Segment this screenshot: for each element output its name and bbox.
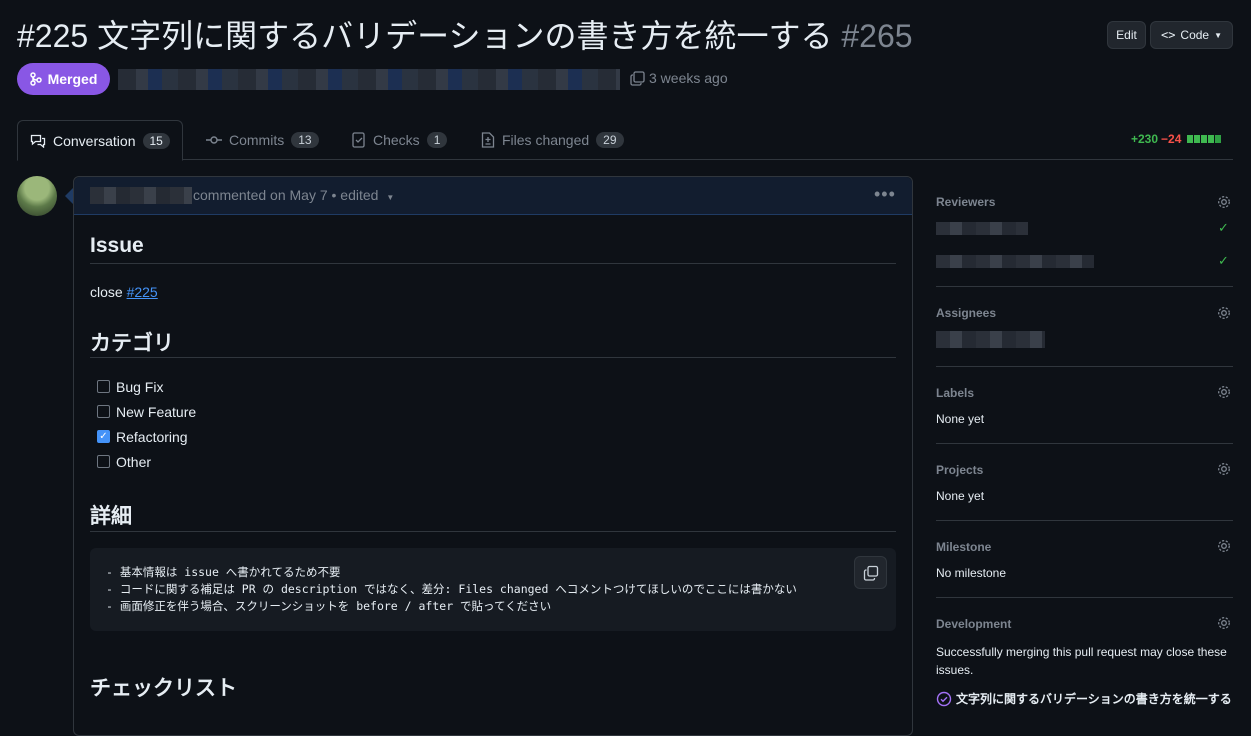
heading-category: カテゴリ	[90, 332, 174, 355]
close-issue-text: close #225	[90, 284, 158, 300]
merge-icon	[29, 72, 42, 86]
gear-icon[interactable]	[1216, 461, 1232, 482]
labels-heading[interactable]: Labels	[936, 386, 974, 400]
divider	[90, 357, 896, 358]
labels-value: None yet	[936, 412, 985, 426]
projects-heading[interactable]: Projects	[936, 463, 983, 477]
redacted-assignee[interactable]	[936, 331, 1045, 348]
comment-caret	[65, 188, 73, 204]
diffstat: +230 −24	[1131, 132, 1222, 146]
comment-options-icon[interactable]: •••	[874, 184, 896, 205]
divider	[936, 286, 1233, 287]
gear-icon[interactable]	[1216, 538, 1232, 559]
comment-meta[interactable]: commented on May 7 • edited ▼	[193, 187, 394, 203]
checkbox-label: Refactoring	[116, 429, 188, 445]
gear-icon[interactable]	[1216, 194, 1232, 215]
comment-box	[73, 176, 913, 736]
copy-code-button[interactable]	[854, 556, 887, 589]
code-line: - 基本情報は issue へ書かれてるため不要	[106, 565, 341, 579]
comment-meta-text: commented on May 7 • edited	[193, 187, 379, 203]
close-label: close	[90, 284, 127, 300]
checkbox-bug-fix[interactable]	[97, 380, 110, 393]
redacted-author[interactable]	[90, 187, 192, 204]
check-icon: ✓	[99, 431, 108, 442]
code-line: - 画面修正を伴う場合、スクリーンショットを before / after で貼…	[106, 599, 552, 613]
tab-count: 29	[596, 132, 624, 148]
code-icon: <>	[1160, 28, 1176, 42]
copy-icon[interactable]	[630, 71, 645, 86]
merged-label: Merged	[47, 71, 98, 87]
tab-commits[interactable]: Commits 13	[194, 120, 331, 160]
redacted-reviewer[interactable]	[936, 222, 1028, 235]
checkbox-label: Other	[116, 454, 152, 470]
pr-title: #225 文字列に関するバリデーションの書き方を統一する #265	[17, 16, 913, 56]
reviewers-heading[interactable]: Reviewers	[936, 195, 995, 209]
redacted-reviewer[interactable]	[936, 255, 1094, 268]
copy-icon	[863, 565, 878, 581]
development-text: Successfully merging this pull request m…	[936, 645, 1227, 677]
tab-label: Files changed	[502, 132, 590, 148]
tab-conversation[interactable]: Conversation 15	[17, 120, 183, 161]
pr-title-text: #225 文字列に関するバリデーションの書き方を統一する	[17, 18, 833, 54]
deletions-count: −24	[1161, 132, 1182, 146]
development-heading[interactable]: Development	[936, 617, 1011, 631]
checkbox-label: New Feature	[116, 404, 197, 420]
gear-icon[interactable]	[1216, 384, 1232, 405]
checklist-icon	[352, 132, 365, 148]
checkbox-refactoring[interactable]: ✓	[97, 430, 110, 443]
milestone-value: No milestone	[936, 566, 1007, 580]
assignees-heading[interactable]: Assignees	[936, 306, 996, 320]
chevron-down-icon: ▼	[1214, 30, 1223, 40]
merged-status-badge: Merged	[17, 63, 110, 95]
commit-icon	[206, 136, 222, 144]
heading-checklist: チェックリスト	[90, 677, 237, 700]
divider	[936, 520, 1233, 521]
approved-check-icon: ✓	[1218, 220, 1229, 235]
gear-icon[interactable]	[1216, 615, 1232, 636]
divider	[936, 443, 1233, 444]
tab-count: 13	[291, 132, 319, 148]
tab-files-changed[interactable]: Files changed 29	[469, 120, 636, 160]
pr-number: #265	[841, 18, 913, 54]
redacted-merge-info	[118, 69, 620, 90]
tab-label: Conversation	[53, 132, 136, 149]
checkbox-other[interactable]	[97, 455, 110, 468]
linked-issue-title: 文字列に関するバリデーションの書き方を統一する	[956, 692, 1232, 706]
code-button-label: Code	[1180, 28, 1210, 42]
diffstat-bar	[1186, 135, 1222, 143]
tab-label: Commits	[229, 132, 285, 148]
divider	[936, 597, 1233, 598]
issue-link[interactable]: #225	[127, 284, 158, 300]
merged-time: 3 weeks ago	[649, 70, 728, 86]
milestone-heading[interactable]: Milestone	[936, 540, 991, 554]
avatar[interactable]	[17, 176, 57, 216]
heading-issue: Issue	[90, 234, 144, 257]
checkbox-new-feature[interactable]	[97, 405, 110, 418]
file-diff-icon	[481, 132, 495, 148]
checkbox-label: Bug Fix	[116, 379, 164, 395]
tab-count: 15	[142, 132, 170, 149]
tab-count: 1	[426, 132, 448, 148]
heading-detail: 詳細	[90, 505, 132, 528]
gear-icon[interactable]	[1216, 305, 1232, 326]
conversation-icon	[30, 134, 46, 148]
edit-button[interactable]: Edit	[1107, 21, 1146, 49]
code-line: - コードに関する補足は PR の description ではなく、差分: F…	[106, 582, 797, 596]
linked-issue[interactable]: 文字列に関するバリデーションの書き方を統一する	[936, 690, 1232, 707]
issue-closed-icon	[936, 691, 952, 706]
divider	[90, 263, 896, 264]
tab-checks[interactable]: Checks 1	[340, 120, 459, 160]
tab-label: Checks	[373, 132, 420, 148]
divider	[936, 366, 1233, 367]
approved-check-icon: ✓	[1218, 253, 1229, 268]
projects-value: None yet	[936, 489, 985, 503]
chevron-down-icon: ▼	[386, 193, 395, 202]
additions-count: +230	[1131, 132, 1159, 146]
code-button[interactable]: <> Code ▼	[1150, 21, 1233, 49]
divider	[90, 531, 896, 532]
